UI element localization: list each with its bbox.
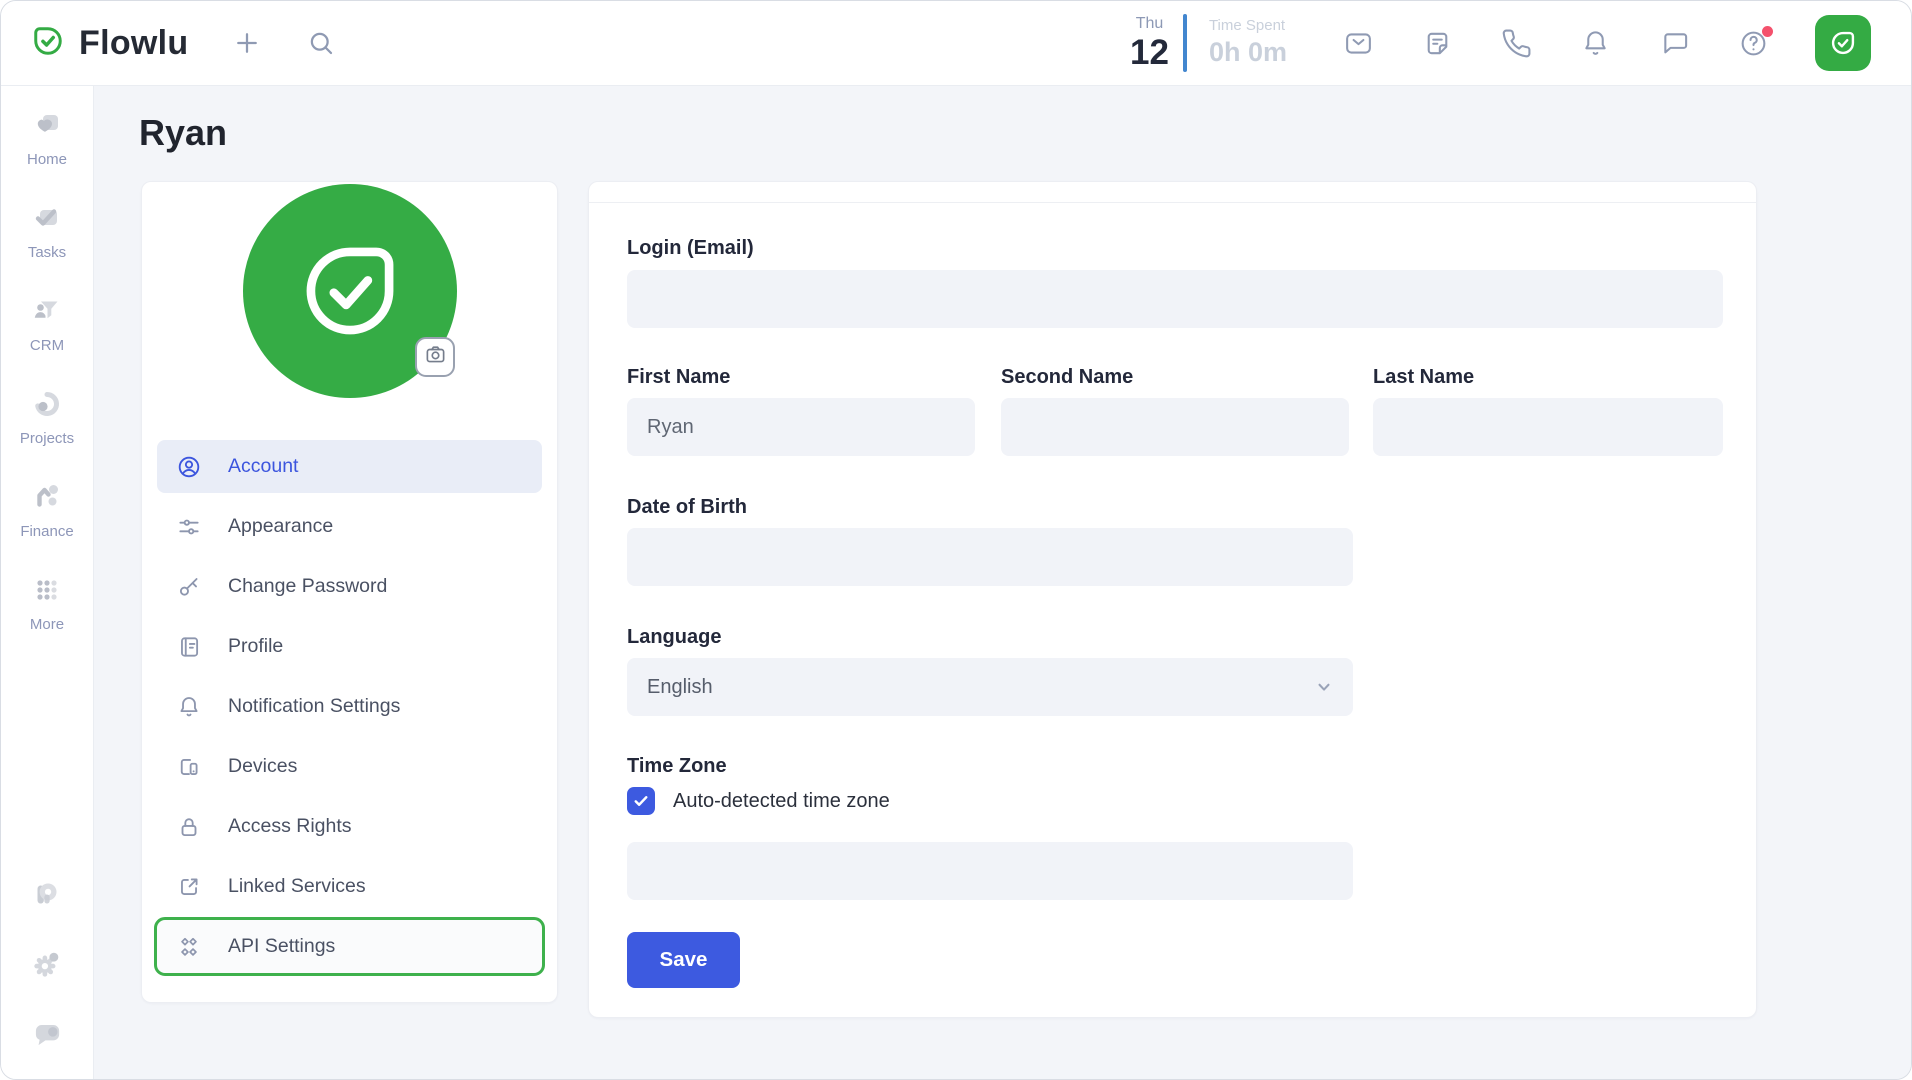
sidebar-item-finance[interactable]: Finance: [20, 480, 73, 540]
finance-icon: [30, 480, 64, 519]
menu-item-profile[interactable]: Profile: [157, 620, 542, 673]
feedback-bubble-icon[interactable]: [28, 1015, 66, 1053]
settings-menu: Account Appearance Change Password: [157, 440, 542, 980]
profile-settings-panel: Account Appearance Change Password: [141, 181, 558, 1003]
calendar-day-number: 12: [1130, 35, 1169, 70]
second-name-label: Second Name: [1001, 366, 1133, 389]
menu-item-notification-settings[interactable]: Notification Settings: [157, 680, 542, 733]
menu-item-change-password[interactable]: Change Password: [157, 560, 542, 613]
chevron-down-icon: [1315, 678, 1333, 696]
tasks-icon: [30, 201, 64, 240]
brand[interactable]: Flowlu: [27, 20, 188, 67]
login-email-input[interactable]: [627, 270, 1723, 328]
menu-item-api-settings[interactable]: API Settings: [157, 920, 542, 973]
topbar-divider: [1183, 14, 1187, 72]
more-grid-icon: [30, 573, 64, 612]
app-sidebar: Home Tasks CRM Projects Finance: [1, 86, 94, 1079]
language-select[interactable]: English: [627, 658, 1353, 716]
api-nodes-icon: [176, 934, 202, 960]
sidebar-item-home[interactable]: Home: [27, 108, 67, 168]
bell-icon: [176, 694, 202, 720]
sidebar-item-crm[interactable]: CRM: [30, 294, 64, 354]
time-zone-label: Time Zone: [627, 755, 727, 778]
last-name-input[interactable]: [1373, 398, 1723, 456]
second-name-input[interactable]: [1001, 398, 1349, 456]
external-link-icon: [176, 874, 202, 900]
time-spent[interactable]: Time Spent 0h 0m: [1209, 18, 1287, 68]
lock-icon: [176, 814, 202, 840]
page-title: Ryan: [139, 112, 227, 154]
app-window: Flowlu Thu 12 Time Spent 0h 0m: [0, 0, 1912, 1080]
time-zone-input[interactable]: [627, 842, 1353, 900]
mail-icon[interactable]: [1343, 28, 1374, 59]
time-spent-label: Time Spent: [1209, 18, 1287, 35]
help-icon[interactable]: [1738, 28, 1769, 59]
profile-book-icon: [176, 634, 202, 660]
menu-item-account[interactable]: Account: [157, 440, 542, 493]
time-spent-value: 0h 0m: [1209, 38, 1287, 68]
crm-icon: [30, 294, 64, 333]
date-of-birth-input[interactable]: [627, 528, 1353, 586]
camera-icon: [423, 342, 448, 372]
sidebar-item-label: Finance: [20, 523, 73, 540]
sidebar-item-label: Projects: [20, 430, 74, 447]
account-icon: [176, 454, 202, 480]
save-button[interactable]: Save: [627, 932, 740, 988]
calendar-date[interactable]: Thu 12: [1130, 16, 1169, 70]
flowlu-logo-icon: [27, 20, 69, 67]
date-of-birth-label: Date of Birth: [627, 496, 747, 519]
menu-item-devices[interactable]: Devices: [157, 740, 542, 793]
sidebar-item-label: Home: [27, 151, 67, 168]
language-label: Language: [627, 626, 721, 649]
first-name-label: First Name: [627, 366, 730, 389]
help-alert-dot: [1762, 26, 1773, 37]
content-area: Ryan Account: [94, 86, 1911, 1079]
notifications-bell-icon[interactable]: [1580, 28, 1611, 59]
topbar: Flowlu Thu 12 Time Spent 0h 0m: [1, 1, 1911, 86]
settings-gear-icon[interactable]: [28, 945, 66, 983]
last-name-label: Last Name: [1373, 366, 1474, 389]
menu-item-appearance[interactable]: Appearance: [157, 500, 542, 553]
sidebar-item-more[interactable]: More: [30, 573, 64, 633]
add-button[interactable]: [232, 28, 262, 58]
projects-icon: [30, 387, 64, 426]
user-avatar[interactable]: [1815, 15, 1871, 71]
search-icon[interactable]: [306, 28, 336, 58]
sidebar-item-label: CRM: [30, 337, 64, 354]
account-form-panel: Login (Email) First Name Second Name Las…: [588, 181, 1757, 1018]
brand-name: Flowlu: [79, 24, 188, 63]
devices-icon: [176, 754, 202, 780]
language-selected-value: English: [647, 676, 713, 699]
sliders-icon: [176, 514, 202, 540]
chat-icon[interactable]: [1659, 28, 1690, 59]
phone-icon[interactable]: [1501, 28, 1532, 59]
partner-app-icon[interactable]: [28, 875, 66, 913]
key-icon: [176, 574, 202, 600]
sidebar-item-projects[interactable]: Projects: [20, 387, 74, 447]
change-photo-button[interactable]: [415, 337, 455, 377]
sidebar-item-label: More: [30, 616, 64, 633]
menu-item-linked-services[interactable]: Linked Services: [157, 860, 542, 913]
auto-timezone-checkbox-label: Auto-detected time zone: [673, 790, 890, 813]
sidebar-item-tasks[interactable]: Tasks: [28, 201, 66, 261]
login-email-label: Login (Email): [627, 237, 754, 260]
calendar-day-label: Thu: [1136, 16, 1164, 32]
auto-timezone-checkbox[interactable]: [627, 787, 655, 815]
home-icon: [30, 108, 64, 147]
notes-icon[interactable]: [1422, 28, 1453, 59]
sidebar-item-label: Tasks: [28, 244, 66, 261]
menu-item-access-rights[interactable]: Access Rights: [157, 800, 542, 853]
auto-timezone-row: Auto-detected time zone: [627, 787, 890, 815]
card-header-divider: [589, 202, 1756, 203]
first-name-input[interactable]: [627, 398, 975, 456]
